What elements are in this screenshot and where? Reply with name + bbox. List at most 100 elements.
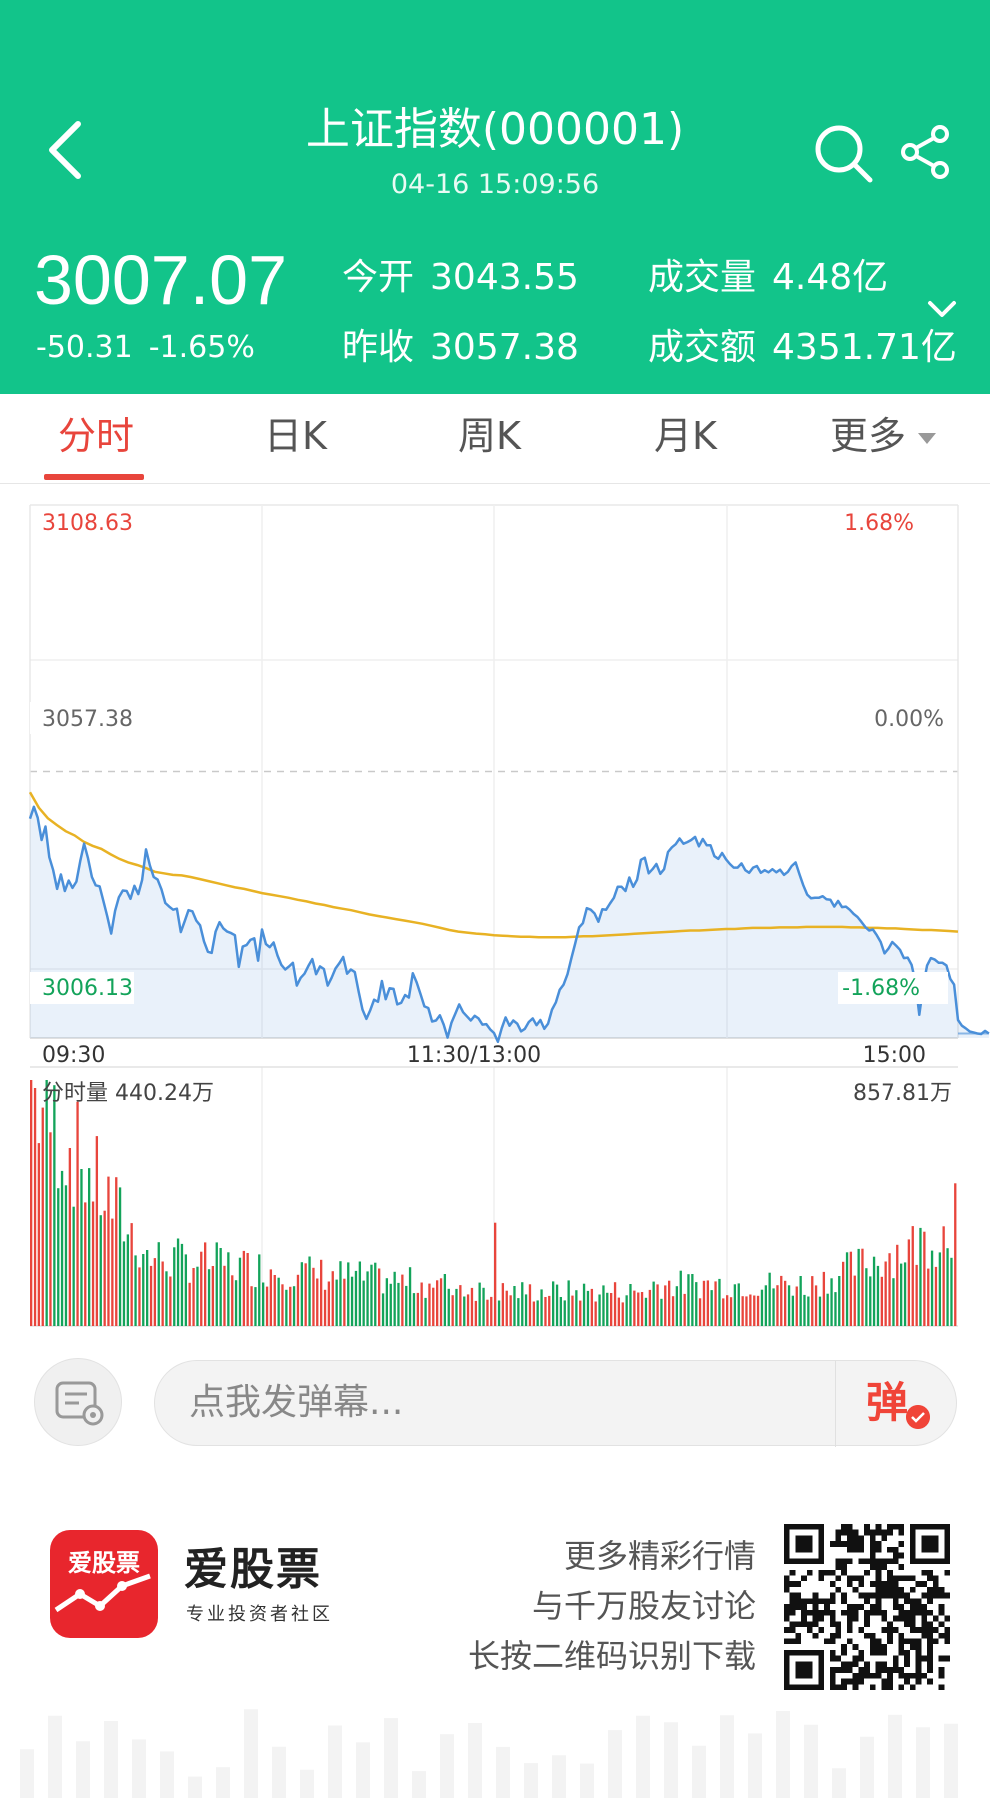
qr-module: [932, 1575, 939, 1582]
decorative-bar: [916, 1727, 930, 1798]
qr-module: [909, 1672, 916, 1679]
volume-bar: [505, 1290, 508, 1326]
high-price-label: 3108.63: [42, 511, 133, 536]
qr-module: [875, 1586, 882, 1593]
barrage-input[interactable]: 点我发弹幕... 弹: [154, 1360, 957, 1447]
volume-bar: [668, 1280, 671, 1326]
qr-module: [898, 1541, 905, 1547]
decorative-bar: [748, 1733, 762, 1798]
qr-module: [881, 1609, 888, 1616]
stat-value: 4351.71亿: [772, 327, 957, 368]
qr-module: [864, 1621, 870, 1628]
qr-module: [927, 1667, 933, 1673]
volume-bar: [215, 1242, 218, 1326]
volume-bar: [830, 1278, 833, 1326]
tab-daily-k[interactable]: 日K: [264, 408, 327, 464]
volume-bar: [822, 1271, 826, 1326]
volume-bar: [834, 1292, 837, 1326]
qr-module: [887, 1529, 893, 1536]
volume-bar: [691, 1274, 694, 1326]
intraday-chart[interactable]: 3108.63 1.68% 3057.38 0.00% 3006.13 -1.6…: [0, 490, 990, 1340]
qr-module: [898, 1644, 905, 1650]
qr-module: [806, 1569, 813, 1576]
qr-module: [892, 1604, 899, 1610]
qr-module: [875, 1524, 882, 1530]
volume-bar: [161, 1261, 164, 1326]
volume-bar: [772, 1288, 775, 1326]
volume-bar: [68, 1148, 72, 1326]
volume-bar: [903, 1262, 907, 1326]
search-icon[interactable]: [812, 122, 876, 186]
decorative-bar: [692, 1745, 706, 1798]
qr-module: [875, 1598, 882, 1605]
volume-bar: [938, 1252, 942, 1326]
low-price-label: 3006.13: [42, 976, 133, 1001]
qr-module: [846, 1627, 853, 1633]
tab-weekly-k[interactable]: 周K: [458, 408, 521, 464]
volume-bar: [930, 1250, 934, 1326]
chevron-down-icon[interactable]: [924, 294, 960, 324]
qr-module: [829, 1655, 836, 1662]
qr-module: [812, 1592, 819, 1599]
tab-monthly-k[interactable]: 月K: [654, 408, 717, 464]
qr-module: [944, 1655, 950, 1662]
qr-module: [927, 1592, 933, 1599]
volume-bar: [710, 1290, 713, 1326]
volume-bar: [799, 1276, 802, 1326]
qr-module: [909, 1627, 916, 1633]
qr-module: [932, 1627, 939, 1633]
volume-bar: [784, 1280, 787, 1326]
qr-module: [887, 1586, 893, 1593]
qr-module: [852, 1644, 859, 1650]
chart-period-tabs: 分时 日K 周K 月K 更多: [0, 394, 990, 484]
volume-bar: [350, 1276, 354, 1326]
qr-module: [824, 1569, 830, 1576]
qr-module: [835, 1529, 842, 1536]
qr-module: [864, 1558, 870, 1565]
qr-module: [915, 1678, 922, 1685]
qr-module: [904, 1655, 910, 1662]
volume-bar: [118, 1187, 122, 1326]
qr-module: [841, 1592, 847, 1599]
barrage-settings-button[interactable]: [34, 1358, 122, 1446]
volume-bar: [753, 1295, 756, 1326]
volume-bar: [722, 1298, 725, 1326]
qr-module: [892, 1575, 899, 1582]
qr-module: [795, 1638, 802, 1645]
qr-module: [818, 1569, 825, 1576]
volume-bar: [807, 1296, 810, 1326]
qr-module: [789, 1581, 796, 1587]
volume-bar: [393, 1271, 396, 1326]
stat-label: 今开: [342, 257, 415, 298]
volume-bar: [142, 1254, 145, 1326]
decorative-bar: [104, 1721, 118, 1798]
qr-finder-center: [795, 1661, 813, 1679]
volume-bar: [366, 1271, 369, 1326]
qr-module: [852, 1661, 859, 1668]
tab-more[interactable]: 更多: [830, 408, 937, 464]
volume-bar: [756, 1295, 760, 1326]
qr-module: [858, 1655, 865, 1662]
volume-bar: [331, 1271, 334, 1326]
qr-module: [898, 1592, 905, 1599]
qr-module: [829, 1581, 836, 1587]
qr-module: [806, 1621, 813, 1628]
decorative-bar: [888, 1714, 902, 1798]
volume-bar: [451, 1295, 454, 1326]
qr-module: [921, 1592, 928, 1599]
stat-prev-close: 昨收 3057.38: [342, 324, 579, 372]
tab-intraday[interactable]: 分时: [58, 408, 134, 464]
qr-module: [881, 1644, 888, 1650]
qr-module: [841, 1644, 847, 1650]
send-barrage-button[interactable]: 弹: [836, 1361, 956, 1447]
volume-bar: [262, 1282, 265, 1326]
qr-module: [852, 1586, 859, 1593]
volume-bar: [424, 1297, 427, 1326]
qr-module: [869, 1592, 876, 1599]
qr-module: [898, 1672, 905, 1679]
volume-bar: [389, 1283, 392, 1326]
volume-bar: [892, 1278, 895, 1326]
stat-value: 3043.55: [430, 257, 579, 298]
volume-bar: [869, 1276, 872, 1326]
share-icon[interactable]: [900, 124, 952, 180]
